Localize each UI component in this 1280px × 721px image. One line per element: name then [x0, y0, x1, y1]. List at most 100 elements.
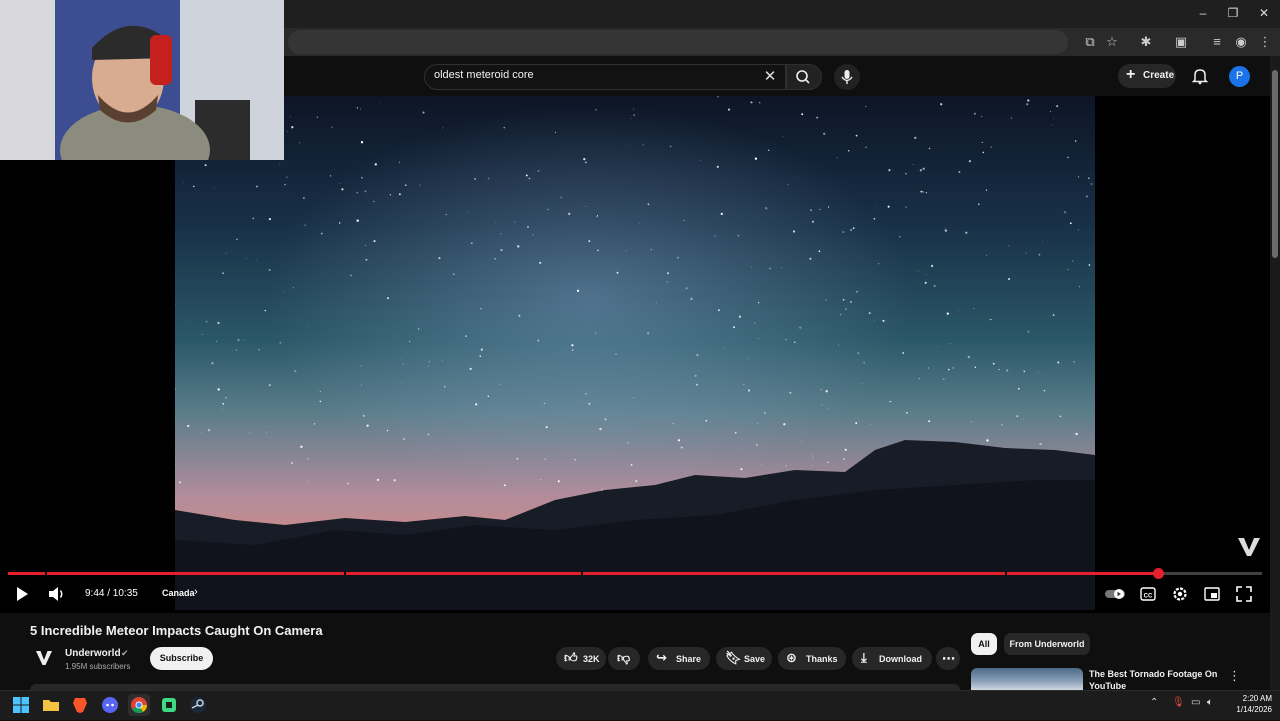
chip-from-channel[interactable]: From Underworld — [1004, 633, 1090, 655]
star — [691, 298, 693, 300]
clock[interactable]: 2:20 AM 1/14/2026 — [1228, 693, 1272, 715]
star — [583, 158, 585, 160]
search-button[interactable] — [786, 64, 822, 90]
android-studio-app[interactable] — [158, 694, 180, 716]
star — [958, 171, 960, 173]
chevron-right-icon[interactable]: › — [194, 586, 198, 598]
star — [187, 425, 189, 427]
star — [444, 386, 446, 388]
star — [1023, 371, 1025, 373]
start-button[interactable] — [10, 694, 32, 716]
star — [650, 249, 652, 251]
windows-logo-icon — [10, 694, 32, 716]
more-actions-button[interactable]: ⋯ — [936, 647, 960, 670]
like-button[interactable]: 👍︎ 32K — [556, 647, 606, 670]
restore-button[interactable]: ❐ — [1222, 4, 1244, 22]
star — [822, 404, 823, 405]
star — [656, 302, 657, 303]
star — [571, 344, 573, 346]
star — [913, 164, 914, 165]
star — [940, 103, 942, 105]
subscribe-button[interactable]: Subscribe — [150, 647, 213, 670]
star — [918, 271, 919, 272]
address-bar[interactable] — [288, 30, 1068, 54]
bookmark-star-icon[interactable]: ☆ — [1103, 33, 1121, 51]
recommendation-thumbnail[interactable] — [971, 668, 1083, 690]
download-button[interactable]: ⤓ Download — [852, 647, 932, 670]
star — [819, 209, 820, 210]
star — [809, 258, 811, 260]
chevron-up-icon[interactable]: ⌃ — [1150, 697, 1158, 708]
network-icon[interactable]: ▭ — [1191, 697, 1200, 708]
channel-avatar[interactable] — [34, 648, 54, 668]
share-arrow-icon: ↪ — [656, 650, 667, 666]
search-query[interactable]: oldest meteroid core — [434, 69, 534, 81]
miniplayer-button[interactable] — [1202, 584, 1222, 604]
star — [816, 117, 818, 119]
channel-watermark[interactable] — [1236, 536, 1262, 558]
chrome-app[interactable] — [128, 694, 150, 716]
channel-name[interactable]: Underworld — [65, 648, 121, 659]
browser-menu-icon[interactable]: ⋮ — [1256, 33, 1274, 51]
star — [842, 231, 844, 233]
mountain-silhouette — [175, 430, 1095, 610]
microphone-tray-icon[interactable]: 🎙︎ — [1172, 697, 1185, 708]
install-app-icon[interactable]: ⧉ — [1081, 33, 1099, 51]
extensions-icon[interactable]: ✱ — [1137, 33, 1155, 51]
close-window-button[interactable]: ✕ — [1253, 4, 1275, 22]
profile-icon[interactable]: ◉ — [1232, 33, 1250, 51]
brave-browser-app[interactable] — [69, 694, 91, 716]
autoplay-toggle[interactable] — [1104, 584, 1126, 604]
star — [539, 262, 541, 264]
star — [418, 328, 419, 329]
star — [304, 224, 305, 225]
star — [840, 314, 841, 315]
discord-app[interactable] — [99, 694, 121, 716]
star — [401, 358, 402, 359]
star — [365, 245, 366, 246]
fullscreen-button[interactable] — [1234, 584, 1254, 604]
star — [1079, 286, 1080, 287]
star — [555, 222, 556, 223]
more-vertical-icon[interactable]: ⋮ — [1228, 668, 1241, 684]
star — [1088, 264, 1090, 266]
save-button[interactable]: 🔖︎ Save — [716, 647, 772, 670]
webcam-overlay — [0, 0, 284, 160]
clear-search-icon[interactable]: ✕ — [760, 67, 780, 87]
volume-button[interactable] — [46, 584, 68, 604]
speaker-icon[interactable]: 🔈︎ — [1207, 697, 1213, 708]
star — [379, 102, 380, 103]
notifications-button[interactable] — [1190, 66, 1210, 86]
dislike-button[interactable]: 👎︎ — [608, 647, 640, 670]
star — [789, 392, 791, 394]
steam-app[interactable] — [187, 694, 209, 716]
create-button[interactable]: + Create — [1118, 64, 1176, 88]
captions-button[interactable]: CC — [1138, 584, 1158, 604]
voice-search-button[interactable] — [834, 64, 860, 90]
star — [906, 412, 908, 414]
media-controls-icon[interactable]: ≡ — [1208, 33, 1226, 51]
star — [514, 221, 515, 222]
progress-scrubber[interactable] — [1153, 568, 1164, 579]
like-count: 32K — [583, 654, 600, 664]
share-button[interactable]: ↪ Share — [648, 647, 710, 670]
side-panel-icon[interactable]: ▣ — [1172, 33, 1190, 51]
account-avatar[interactable]: P — [1229, 66, 1250, 87]
play-button[interactable] — [12, 584, 32, 604]
scrollbar-thumb[interactable] — [1272, 70, 1278, 258]
star — [226, 253, 227, 254]
star — [1052, 125, 1053, 126]
star — [560, 197, 562, 199]
settings-button[interactable] — [1170, 584, 1190, 604]
chip-all[interactable]: All — [971, 633, 997, 655]
star — [1053, 314, 1055, 316]
star — [858, 352, 859, 353]
thanks-button[interactable]: ⊛ Thanks — [778, 647, 846, 670]
star — [595, 333, 596, 334]
star — [1011, 117, 1012, 118]
file-explorer-app[interactable] — [40, 694, 62, 716]
chapter-title[interactable]: Canada — [162, 588, 195, 598]
minimize-button[interactable]: – — [1192, 4, 1214, 22]
star — [303, 197, 305, 199]
recommendation-title[interactable]: The Best Tornado Footage On YouTube — [1089, 668, 1229, 692]
